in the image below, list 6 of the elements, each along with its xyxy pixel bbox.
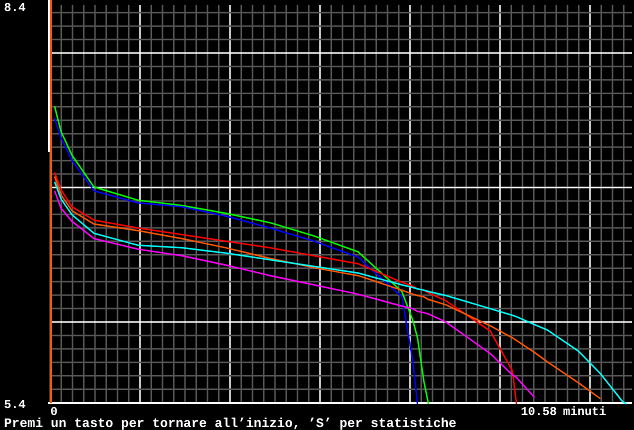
axis-title: minuti	[563, 405, 606, 417]
status-message: Premi un tasto per tornare all’inizio, ’S’ per statistiche	[3, 417, 456, 430]
tick-label: 0	[50, 405, 58, 417]
tick-label: 10.58	[520, 405, 557, 417]
tick-label: 8.4	[4, 1, 26, 15]
tick-label: 5.4	[4, 398, 26, 412]
